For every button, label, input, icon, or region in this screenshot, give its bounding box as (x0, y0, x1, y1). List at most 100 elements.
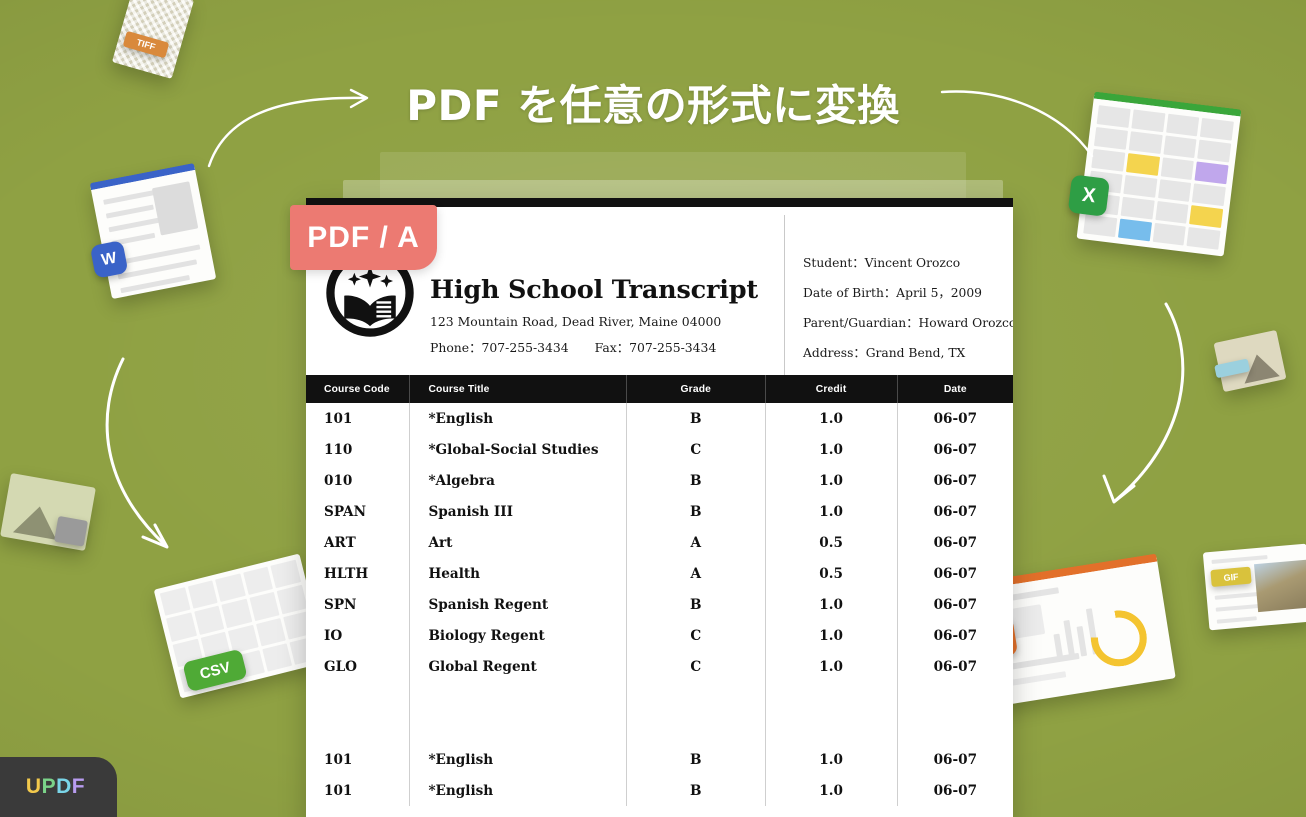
table-row: SPN Spanish Regent B 1.0 06-07 (306, 589, 1013, 620)
table-row: 101 *English B 1.0 06-07 (306, 744, 1013, 775)
td-date (897, 682, 1013, 713)
promo-banner: PDF を任意の形式に変換 TIFF W X CSV GIF High Scho… (0, 0, 1306, 817)
format-card-image-left (0, 473, 96, 551)
table-row-blank (306, 682, 1013, 713)
td-course-code (306, 713, 411, 744)
course-table-head: Course Code Course Title Grade Credit Da… (306, 375, 1013, 403)
td-credit: 0.5 (765, 558, 898, 589)
updf-letter-p: P (41, 775, 57, 798)
td-grade: C (626, 620, 766, 651)
td-grade: B (626, 403, 766, 434)
td-course-title: Art (409, 527, 627, 558)
th-course-code: Course Code (306, 375, 411, 403)
transcript-document: High School Transcript 123 Mountain Road… (306, 198, 1013, 817)
student-dob: Date of Birth：April 5，2009 (803, 286, 983, 300)
td-course-title: Global Regent (409, 651, 627, 682)
table-row: HLTH Health A 0.5 06-07 (306, 558, 1013, 589)
table-row: GLO Global Regent C 1.0 06-07 (306, 651, 1013, 682)
td-grade: B (626, 744, 766, 775)
td-course-code: GLO (306, 651, 411, 682)
td-course-code: SPN (306, 589, 411, 620)
student-info-panel: Student：Vincent Orozco Date of Birth：Apr… (784, 215, 1013, 390)
format-card-gif: GIF (1202, 543, 1306, 631)
updf-wordmark: UPDF (26, 775, 85, 799)
donut-chart-icon (1086, 606, 1151, 671)
excel-badge: X (1067, 174, 1111, 217)
td-course-code: IO (306, 620, 411, 651)
td-grade: A (626, 558, 766, 589)
td-credit: 1.0 (765, 744, 898, 775)
word-page (89, 162, 217, 300)
student-guardian: Parent/Guardian：Howard Orozco (803, 316, 1013, 330)
format-card-word: W (89, 162, 217, 300)
td-credit: 1.0 (765, 589, 898, 620)
td-grade: B (626, 465, 766, 496)
td-credit: 1.0 (765, 434, 898, 465)
updf-logo: UPDF (0, 757, 117, 817)
page-title: PDF を任意の形式に変換 (406, 81, 900, 130)
td-date: 06-07 (933, 534, 978, 551)
td-grade: B (626, 589, 766, 620)
th-credit: Credit (765, 375, 898, 403)
school-phone: Phone：707-255-3434 (430, 340, 569, 355)
updf-letter-f: F (71, 775, 86, 798)
td-grade: C (626, 434, 766, 465)
th-grade: Grade (626, 375, 766, 403)
td-course-title: *Algebra (409, 465, 627, 496)
td-credit: 1.0 (765, 403, 898, 434)
td-date: 06-07 (933, 782, 978, 799)
td-credit: 1.0 (765, 775, 898, 806)
table-row-blank (306, 713, 1013, 744)
td-course-title: *Global-Social Studies (409, 434, 627, 465)
td-grade (626, 713, 766, 744)
td-course-title: Biology Regent (409, 620, 627, 651)
table-header-row: Course Code Course Title Grade Credit Da… (306, 375, 1013, 403)
td-date: 06-07 (933, 472, 978, 489)
td-course-code: 110 (306, 434, 411, 465)
school-address: 123 Mountain Road, Dead River, Maine 040… (430, 314, 722, 329)
course-table-body: 101 *English B 1.0 06-07 110 *Global-Social St… (306, 403, 1013, 806)
td-grade: C (626, 651, 766, 682)
image-left-badge (53, 515, 89, 547)
student-name: Student：Vincent Orozco (803, 256, 961, 270)
td-credit: 1.0 (765, 620, 898, 651)
pdfa-badge: PDF / A (290, 205, 437, 270)
td-course-code: 101 (306, 744, 411, 775)
td-course-title (409, 682, 627, 713)
td-course-title: *English (409, 403, 627, 434)
updf-letter-u: U (25, 775, 42, 798)
td-credit: 1.0 (765, 651, 898, 682)
table-row: 110 *Global-Social Studies C 1.0 06-07 (306, 434, 1013, 465)
td-date: 06-07 (933, 565, 978, 582)
td-course-title: *English (409, 744, 627, 775)
td-course-title: *English (409, 775, 627, 806)
td-date: 06-07 (933, 441, 978, 458)
image-right-page (1213, 329, 1287, 393)
td-course-code: 101 (306, 403, 411, 434)
td-credit: 1.0 (765, 465, 898, 496)
table-row: 101 *English B 1.0 06-07 (306, 775, 1013, 806)
gif-page (1202, 543, 1306, 631)
td-grade: B (626, 775, 766, 806)
td-date: 06-07 (933, 751, 978, 768)
td-date: 06-07 (933, 627, 978, 644)
table-row: 101 *English B 1.0 06-07 (306, 403, 1013, 434)
table-row: IO Biology Regent C 1.0 06-07 (306, 620, 1013, 651)
format-card-image-right (1213, 329, 1287, 393)
td-date: 06-07 (933, 410, 978, 427)
document-title-block: High School Transcript 123 Mountain Road… (430, 229, 758, 356)
td-course-code: 101 (306, 775, 411, 806)
td-course-code: SPAN (306, 496, 411, 527)
td-course-code: ART (306, 527, 411, 558)
flow-arrow-right-icon (1102, 302, 1185, 504)
word-badge: W (89, 240, 129, 279)
td-credit: 0.5 (765, 527, 898, 558)
td-course-title: Spanish III (409, 496, 627, 527)
format-card-tiff: TIFF (111, 0, 195, 79)
td-date: 06-07 (933, 658, 978, 675)
gif-badge: GIF (1210, 566, 1252, 588)
td-credit: 1.0 (765, 496, 898, 527)
td-credit (765, 682, 898, 713)
flow-arrow-left-icon (105, 357, 169, 549)
table-row: SPAN Spanish III B 1.0 06-07 (306, 496, 1013, 527)
